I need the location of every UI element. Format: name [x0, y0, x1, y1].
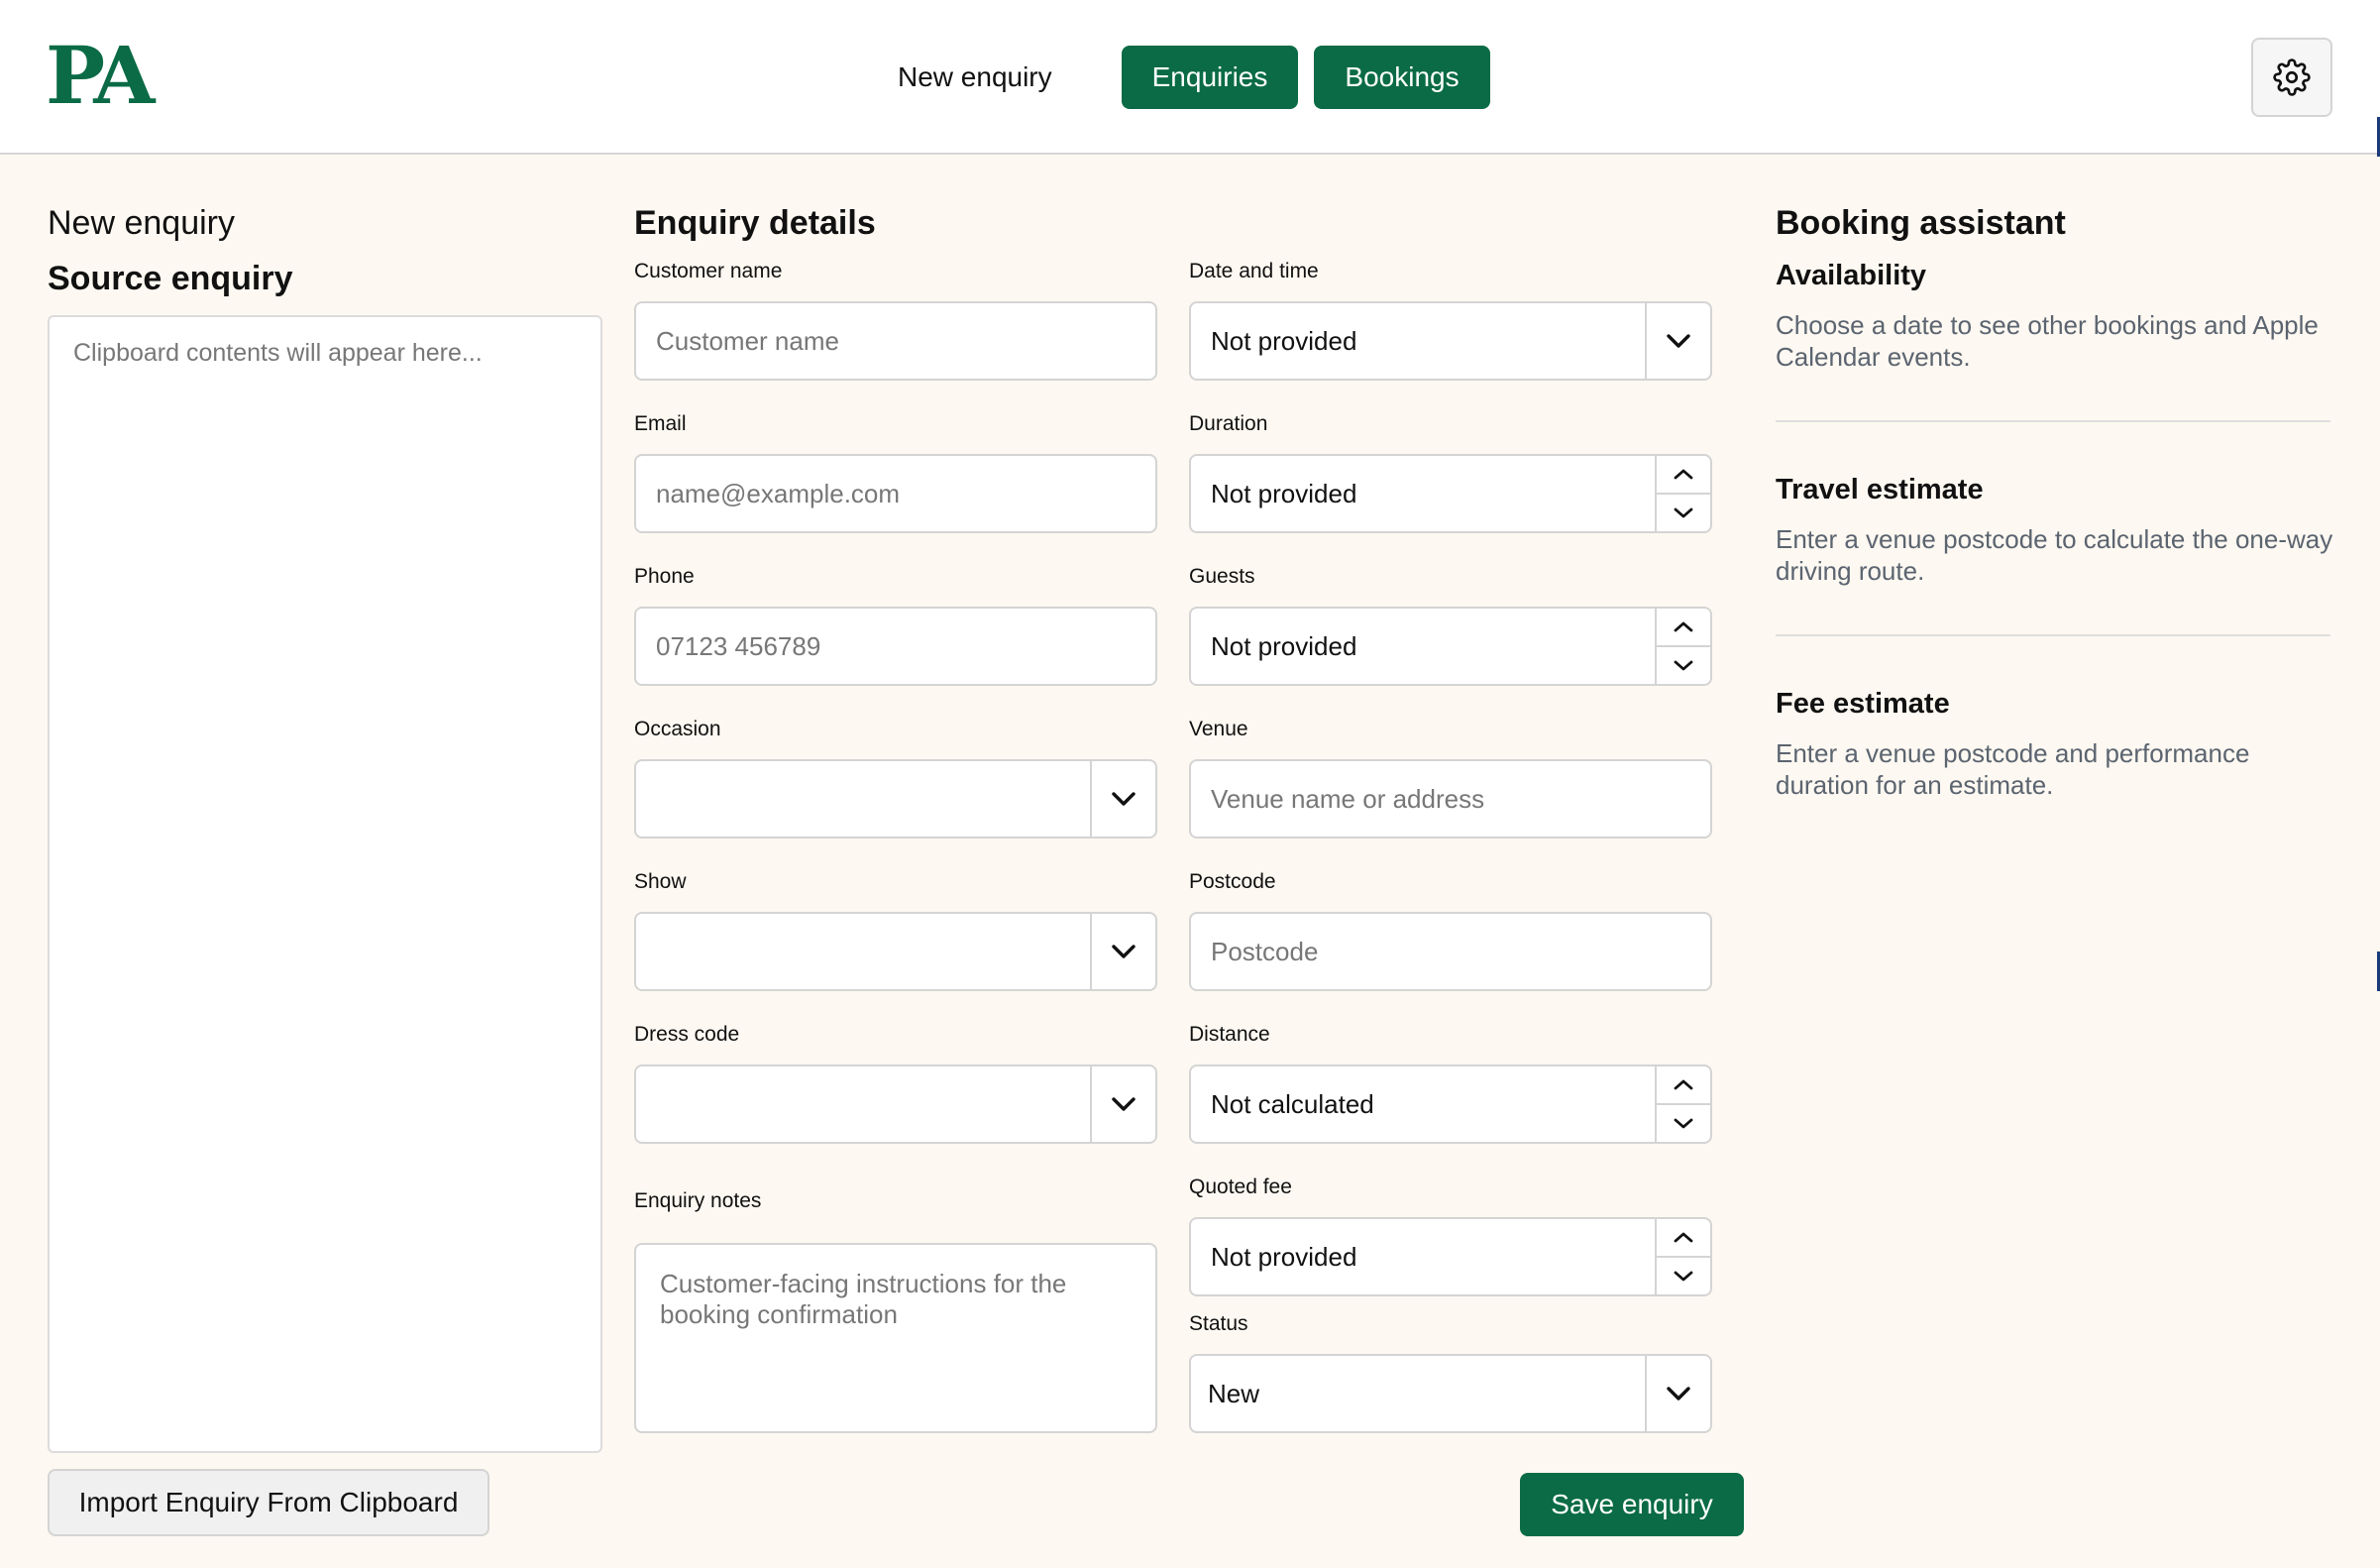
- source-enquiry-textarea[interactable]: [48, 315, 602, 1453]
- import-from-clipboard-button[interactable]: Import Enquiry From Clipboard: [48, 1469, 489, 1536]
- customer-name-input[interactable]: [636, 303, 1155, 379]
- date-time-label: Date and time: [1189, 260, 1319, 282]
- duration-label: Duration: [1189, 412, 1268, 435]
- travel-estimate-text: Enter a venue postcode to calculate the …: [1776, 524, 2333, 586]
- phone-input[interactable]: [636, 609, 1155, 684]
- divider: [1776, 634, 2330, 636]
- distance-value: Not calculated: [1211, 1088, 1374, 1119]
- show-label: Show: [634, 870, 687, 893]
- email-input[interactable]: [636, 456, 1155, 531]
- email-field: [634, 454, 1157, 533]
- postcode-field: [1189, 912, 1712, 991]
- guests-label: Guests: [1189, 565, 1255, 588]
- save-enquiry-button[interactable]: Save enquiry: [1520, 1473, 1744, 1536]
- chevron-up-icon: [1674, 469, 1693, 480]
- guests-stepper[interactable]: Not provided: [1189, 607, 1712, 686]
- availability-text: Choose a date to see other bookings and …: [1776, 310, 2319, 372]
- divider: [1776, 420, 2330, 422]
- status-label: Status: [1189, 1312, 1248, 1335]
- status-dropdown-toggle[interactable]: [1645, 1356, 1710, 1431]
- chevron-down-icon: [1674, 1271, 1693, 1282]
- dress-code-dropdown-toggle[interactable]: [1090, 1066, 1155, 1142]
- show-select[interactable]: [634, 912, 1157, 991]
- source-enquiry-heading: Source enquiry: [48, 260, 293, 297]
- status-select[interactable]: New: [1189, 1354, 1712, 1433]
- chevron-down-icon: [1674, 507, 1693, 518]
- booking-assistant-heading: Booking assistant: [1776, 204, 2066, 242]
- availability-heading: Availability: [1776, 260, 1927, 291]
- quoted-fee-stepper[interactable]: Not provided: [1189, 1217, 1712, 1296]
- quoted-fee-value: Not provided: [1211, 1241, 1357, 1272]
- settings-button[interactable]: [2251, 38, 2332, 117]
- postcode-input[interactable]: [1191, 914, 1710, 989]
- gear-icon: [2273, 58, 2311, 96]
- chevron-down-icon: [1674, 1118, 1693, 1129]
- fee-estimate-text: Enter a venue postcode and performance d…: [1776, 738, 2250, 800]
- email-label: Email: [634, 412, 687, 435]
- venue-field: [1189, 759, 1712, 839]
- enquiry-notes-field: [634, 1243, 1157, 1433]
- date-time-dropdown-toggle[interactable]: [1645, 303, 1710, 379]
- dress-code-label: Dress code: [634, 1023, 740, 1046]
- chevron-up-icon: [1674, 1232, 1693, 1243]
- chevron-down-icon: [1112, 1097, 1136, 1111]
- postcode-label: Postcode: [1189, 870, 1276, 893]
- enquiry-details-heading: Enquiry details: [634, 204, 876, 242]
- occasion-label: Occasion: [634, 718, 721, 740]
- dress-code-select[interactable]: [634, 1064, 1157, 1144]
- venue-input[interactable]: [1191, 761, 1710, 837]
- distance-decrement[interactable]: [1657, 1103, 1710, 1142]
- occasion-dropdown-toggle[interactable]: [1090, 761, 1155, 837]
- guests-decrement[interactable]: [1657, 645, 1710, 684]
- duration-spinner: [1655, 456, 1710, 531]
- nav-enquiries-button[interactable]: Enquiries: [1122, 46, 1298, 109]
- chevron-up-icon: [1674, 621, 1693, 632]
- show-dropdown-toggle[interactable]: [1090, 914, 1155, 989]
- distance-increment[interactable]: [1657, 1066, 1710, 1103]
- date-time-select[interactable]: Not provided: [1189, 301, 1712, 381]
- chevron-up-icon: [1674, 1079, 1693, 1090]
- chevron-down-icon: [1667, 1387, 1690, 1400]
- quoted-fee-spinner: [1655, 1219, 1710, 1294]
- customer-name-field: [634, 301, 1157, 381]
- chevron-down-icon: [1112, 945, 1136, 958]
- date-time-value: Not provided: [1211, 325, 1357, 356]
- status-value: New: [1208, 1378, 1260, 1408]
- phone-field: [634, 607, 1157, 686]
- nav-bookings-button[interactable]: Bookings: [1314, 46, 1490, 109]
- chevron-down-icon: [1667, 334, 1690, 348]
- duration-value: Not provided: [1211, 478, 1357, 508]
- customer-name-label: Customer name: [634, 260, 783, 282]
- nav-new-enquiry[interactable]: New enquiry: [898, 46, 1052, 109]
- quoted-fee-label: Quoted fee: [1189, 1176, 1292, 1198]
- top-bar: PA New enquiry Enquiries Bookings: [0, 0, 2380, 155]
- occasion-select[interactable]: [634, 759, 1157, 839]
- quoted-fee-decrement[interactable]: [1657, 1256, 1710, 1294]
- duration-decrement[interactable]: [1657, 493, 1710, 531]
- fee-estimate-heading: Fee estimate: [1776, 688, 1950, 720]
- duration-increment[interactable]: [1657, 456, 1710, 493]
- chevron-down-icon: [1112, 792, 1136, 806]
- chevron-down-icon: [1674, 660, 1693, 671]
- venue-label: Venue: [1189, 718, 1248, 740]
- page-subtitle: New enquiry: [48, 204, 235, 242]
- distance-label: Distance: [1189, 1023, 1270, 1046]
- distance-spinner: [1655, 1066, 1710, 1142]
- guests-increment[interactable]: [1657, 609, 1710, 645]
- distance-stepper[interactable]: Not calculated: [1189, 1064, 1712, 1144]
- guests-spinner: [1655, 609, 1710, 684]
- duration-stepper[interactable]: Not provided: [1189, 454, 1712, 533]
- logo[interactable]: PA: [46, 36, 155, 115]
- enquiry-notes-label: Enquiry notes: [634, 1189, 762, 1212]
- phone-label: Phone: [634, 565, 695, 588]
- guests-value: Not provided: [1211, 630, 1357, 661]
- quoted-fee-increment[interactable]: [1657, 1219, 1710, 1256]
- travel-estimate-heading: Travel estimate: [1776, 474, 1984, 505]
- enquiry-notes-textarea[interactable]: [636, 1245, 1155, 1431]
